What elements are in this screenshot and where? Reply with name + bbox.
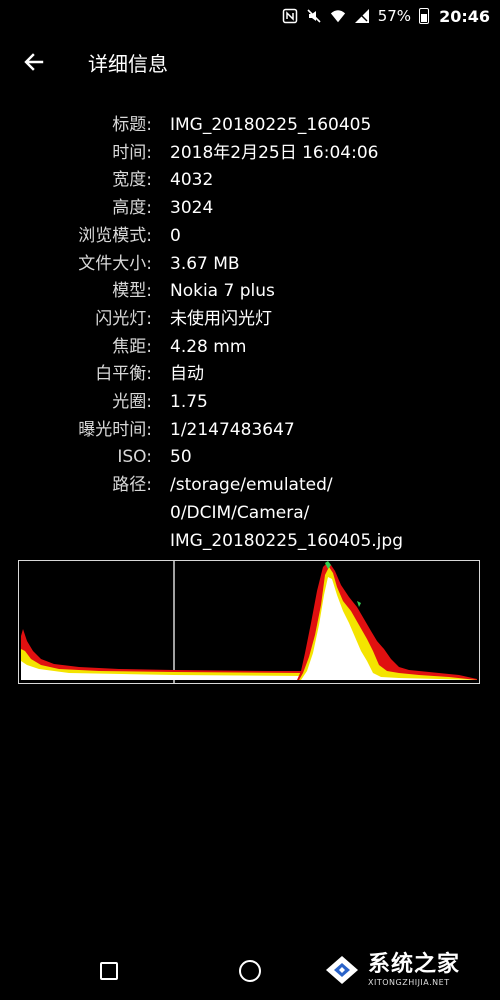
detail-label: 时间:	[112, 142, 152, 163]
detail-value-line: 50	[170, 447, 192, 468]
detail-value: IMG_20180225_160405	[152, 112, 490, 140]
status-bar: 57% 20:46	[0, 0, 500, 32]
detail-row: 标题: IMG_20180225_160405	[0, 112, 500, 140]
detail-value: 未使用闪光灯	[152, 306, 490, 334]
detail-row: 曝光时间: 1/2147483647	[0, 417, 500, 445]
detail-label: 焦距:	[112, 336, 152, 357]
detail-value: 0	[152, 223, 490, 251]
detail-value-line: 3024	[170, 198, 214, 219]
app-bar: 详细信息	[0, 38, 500, 86]
detail-value: Nokia 7 plus	[152, 278, 490, 306]
recents-button[interactable]	[100, 962, 118, 980]
detail-value-line: 0	[170, 225, 181, 246]
detail-row: 高度: 3024	[0, 195, 500, 223]
detail-label: 高度:	[112, 198, 152, 219]
detail-value: 50	[152, 444, 490, 472]
nfc-icon	[282, 8, 298, 24]
detail-value: 4032	[152, 167, 490, 195]
watermark-logo-icon	[322, 950, 362, 990]
detail-value-line: 4032	[170, 170, 214, 191]
detail-value-line: 1/2147483647	[170, 419, 295, 440]
page-title: 详细信息	[88, 51, 168, 76]
detail-value: 1/2147483647	[152, 417, 490, 445]
home-button[interactable]	[239, 960, 261, 982]
histogram	[18, 560, 480, 684]
detail-value-line: 自动	[170, 364, 204, 385]
detail-row: 模型: Nokia 7 plus	[0, 278, 500, 306]
detail-value: /storage/emulated/0/DCIM/Camera/IMG_2018…	[152, 472, 490, 555]
detail-value-line: /storage/emulated/	[170, 475, 333, 496]
detail-row: 光圈: 1.75	[0, 389, 500, 417]
detail-label: 闪光灯:	[95, 308, 152, 329]
battery-icon	[419, 8, 430, 24]
detail-label: 模型:	[112, 281, 152, 302]
detail-value: 1.75	[152, 389, 490, 417]
signal-icon	[354, 8, 370, 24]
detail-row: 路径:/storage/emulated/0/DCIM/Camera/IMG_2…	[0, 472, 500, 555]
detail-label: 白平衡:	[95, 364, 152, 385]
detail-value-line: 3.67 MB	[170, 253, 240, 274]
detail-row: 时间: 2018年2月25日 16:04:06	[0, 140, 500, 168]
detail-label: 宽度:	[112, 170, 152, 191]
back-button[interactable]	[10, 38, 58, 86]
clock: 20:46	[439, 6, 490, 26]
details-list: 标题: IMG_20180225_160405 时间: 2018年2月25日 16:0…	[0, 112, 500, 555]
detail-value-line: IMG_20180225_160405.jpg	[170, 530, 403, 551]
detail-row: 宽度: 4032	[0, 167, 500, 195]
watermark-title: 系统之家	[368, 951, 461, 977]
detail-value-line: Nokia 7 plus	[170, 281, 275, 302]
histogram-graph	[21, 561, 477, 683]
mute-icon	[306, 8, 322, 24]
detail-value: 3.67 MB	[152, 251, 490, 279]
detail-label: 路径:	[112, 475, 152, 496]
wifi-icon	[330, 8, 346, 24]
detail-label: 标题:	[112, 115, 152, 135]
watermark-subtitle: XITONGZHIJIA.NET	[368, 977, 450, 987]
detail-row: 文件大小: 3.67 MB	[0, 251, 500, 279]
detail-value-line: 1.75	[170, 392, 208, 413]
detail-value-line: 未使用闪光灯	[170, 308, 272, 329]
watermark: 系统之家 XITONGZHIJIA.NET	[322, 944, 494, 996]
detail-value: 自动	[152, 361, 490, 389]
detail-row: 闪光灯: 未使用闪光灯	[0, 306, 500, 334]
histogram-green-channel-accent	[357, 601, 361, 607]
detail-row: 浏览模式: 0	[0, 223, 500, 251]
detail-label: 光圈:	[112, 392, 152, 413]
detail-row: 白平衡: 自动	[0, 361, 500, 389]
detail-value-line: IMG_20180225_160405	[170, 115, 372, 135]
detail-value-line: 0/DCIM/Camera/	[170, 502, 310, 523]
battery-percent: 57%	[377, 7, 412, 25]
detail-label: ISO:	[117, 447, 152, 468]
detail-label: 文件大小:	[78, 253, 152, 274]
detail-value: 4.28 mm	[152, 334, 490, 362]
detail-value-line: 4.28 mm	[170, 336, 247, 357]
detail-label: 曝光时间:	[78, 419, 152, 440]
arrow-left-icon	[24, 53, 44, 71]
detail-value: 2018年2月25日 16:04:06	[152, 140, 490, 168]
detail-label: 浏览模式:	[78, 225, 152, 246]
detail-row: ISO: 50	[0, 444, 500, 472]
detail-value-line: 2018年2月25日 16:04:06	[170, 142, 379, 163]
detail-row: 焦距: 4.28 mm	[0, 334, 500, 362]
detail-value: 3024	[152, 195, 490, 223]
